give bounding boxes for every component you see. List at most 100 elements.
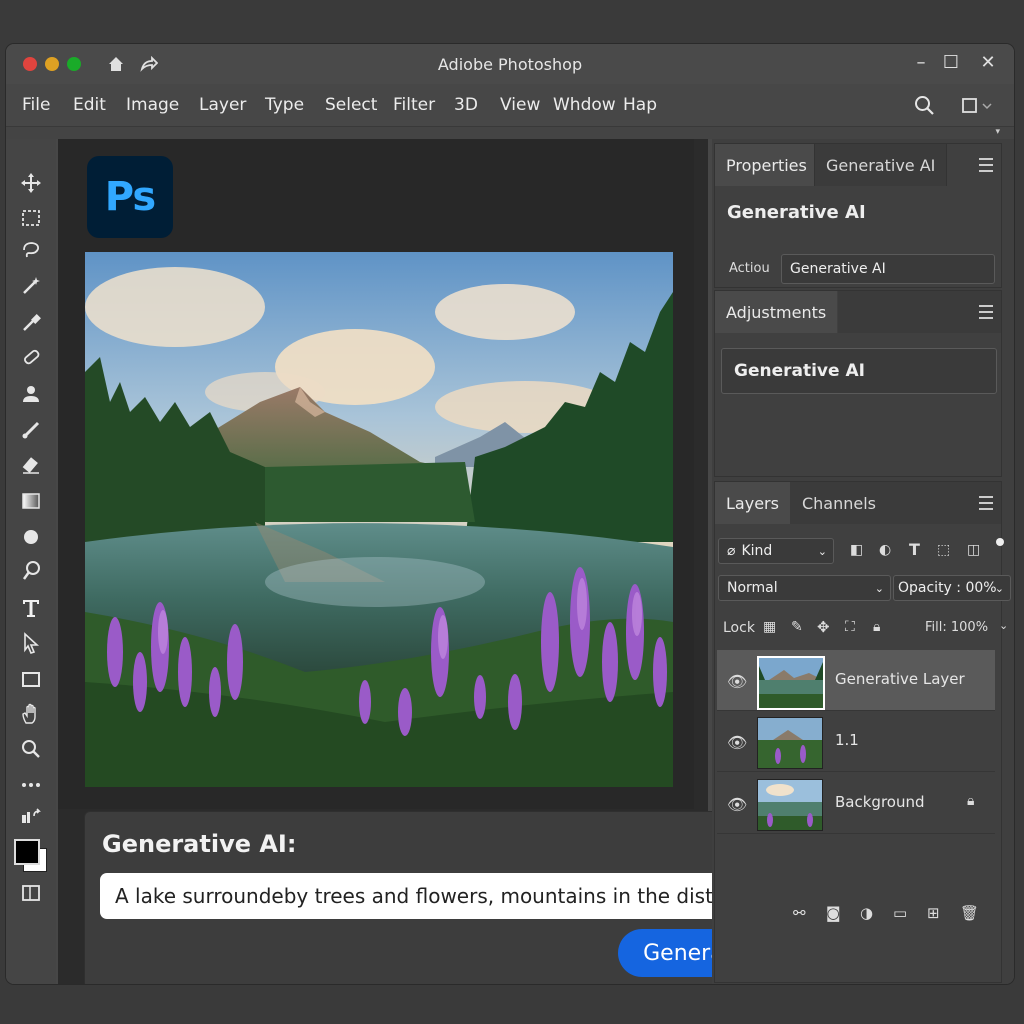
layer-thumbnail: [757, 656, 825, 710]
hand-icon[interactable]: [16, 700, 46, 728]
lock-icon: 🔒︎: [967, 793, 975, 809]
generative-ai-prompt-panel: Generative AI: Generate: [84, 811, 788, 984]
adjustment-layer-icon[interactable]: ◑: [860, 904, 873, 922]
menu-help[interactable]: Hap: [623, 95, 657, 115]
type-icon[interactable]: [16, 594, 46, 622]
adjustments-generative-ai-field[interactable]: Generative AI: [721, 348, 997, 394]
action-label: Actiou: [729, 261, 770, 276]
layer-name: 1.1: [835, 731, 859, 749]
adjustments-menu-icon[interactable]: [979, 305, 993, 319]
eye-icon[interactable]: 👁︎: [727, 733, 747, 752]
color-swatches[interactable]: [11, 836, 51, 876]
pixel-filter-icon[interactable]: ◧: [850, 542, 863, 558]
menu-filter[interactable]: Filter: [393, 95, 435, 115]
adjustment-filter-icon[interactable]: ◐: [879, 542, 891, 558]
screen-mode-icon[interactable]: [16, 879, 46, 907]
collapse-panels-icon[interactable]: ▾: [995, 127, 1000, 137]
tab-layers[interactable]: Layers: [715, 482, 790, 524]
tab-channels[interactable]: Channels: [790, 482, 888, 524]
eye-icon[interactable]: 👁︎: [727, 672, 747, 691]
menu-bar: File Edit Image Layer Type Select Filter…: [6, 84, 1014, 127]
prompt-input[interactable]: [100, 873, 766, 919]
menu-layer[interactable]: Layer: [199, 95, 246, 115]
layer-thumbnail: [757, 717, 823, 769]
move-icon[interactable]: [16, 169, 46, 197]
foreground-color-swatch[interactable]: [14, 839, 40, 865]
menu-image[interactable]: Image: [126, 95, 179, 115]
layer-thumbnail: [757, 779, 823, 831]
right-panels: Properties Generative AI Generative AI A…: [712, 139, 1014, 984]
menu-type[interactable]: Type: [265, 95, 304, 115]
opacity-field[interactable]: Opacity : 00% ⌄: [893, 575, 1011, 601]
path-select-icon[interactable]: [16, 629, 46, 657]
menu-file[interactable]: File: [22, 95, 50, 115]
tools-panel: [6, 139, 56, 984]
lock-position-icon[interactable]: ✥: [817, 618, 830, 636]
menu-3d[interactable]: 3D: [454, 95, 478, 115]
healing-icon[interactable]: [16, 343, 46, 371]
action-field[interactable]: Generative AI: [781, 254, 995, 284]
minimize-icon[interactable]: –: [909, 52, 933, 73]
kind-tag-icon: ⌀: [727, 543, 736, 559]
layers-menu-icon[interactable]: [979, 496, 993, 510]
properties-menu-icon[interactable]: [979, 158, 993, 172]
smart-object-filter-icon[interactable]: ◫: [967, 542, 980, 558]
marquee-icon[interactable]: [16, 204, 46, 232]
menu-edit[interactable]: Edit: [73, 95, 106, 115]
menu-view[interactable]: View: [500, 95, 540, 115]
adjustments-tab-fill: [838, 291, 1001, 333]
group-icon[interactable]: ▭: [893, 904, 907, 922]
tab-adjustments[interactable]: Adjustments: [715, 291, 838, 333]
search-icon[interactable]: [914, 95, 935, 116]
document-canvas-image[interactable]: [85, 252, 673, 787]
layer-row-generative[interactable]: 👁︎ Generative Layer: [717, 650, 995, 711]
type-filter-icon[interactable]: T: [909, 540, 920, 559]
lock-all-icon[interactable]: 🔒︎: [873, 619, 880, 635]
eraser-icon[interactable]: [16, 451, 46, 479]
swap-colors-icon[interactable]: [16, 803, 46, 831]
menu-select[interactable]: Select: [325, 95, 377, 115]
layers-panel: Layers Channels ⌀ Kind ⌄ ◧ ◐ T ⬚ ◫ Norma…: [714, 481, 1011, 983]
tab-properties[interactable]: Properties: [715, 144, 818, 186]
close-icon[interactable]: ✕: [976, 52, 1000, 73]
photoshop-logo-text: Ps: [104, 174, 156, 220]
link-layers-icon[interactable]: ⚯: [793, 904, 806, 922]
magic-wand-icon[interactable]: [16, 272, 46, 300]
zoom-icon[interactable]: [16, 735, 46, 763]
blend-mode-value: Normal: [727, 580, 778, 596]
blend-mode-select[interactable]: Normal ⌄: [718, 575, 891, 601]
delete-layer-icon[interactable]: 🗑︎: [960, 904, 979, 922]
menu-window[interactable]: Whdow: [553, 95, 616, 115]
app-window: Adiobe Photoshop – ☐ ✕ File Edit Image L…: [6, 44, 1014, 984]
lasso-icon[interactable]: [16, 237, 46, 265]
filter-toggle-icon[interactable]: [996, 538, 1004, 546]
lock-image-icon[interactable]: ✎: [791, 619, 803, 635]
eyedropper-icon[interactable]: [16, 309, 46, 337]
more-icon[interactable]: [16, 771, 46, 799]
dodge-icon[interactable]: [16, 557, 46, 585]
opacity-value: Opacity : 00%: [898, 580, 997, 596]
shape-icon[interactable]: [16, 665, 46, 693]
brush-icon[interactable]: [16, 416, 46, 444]
chevron-down-icon[interactable]: ⌄: [999, 619, 1008, 632]
layer-row-background[interactable]: 👁︎ Background 🔒︎: [717, 773, 995, 834]
stamp-icon[interactable]: [16, 381, 46, 409]
lock-transparent-icon[interactable]: ▦: [763, 619, 776, 635]
window-title: Adiobe Photoshop: [437, 55, 583, 74]
blur-icon[interactable]: [16, 523, 46, 551]
title-bar: Adiobe Photoshop – ☐ ✕: [6, 44, 1014, 84]
shape-filter-icon[interactable]: ⬚: [937, 542, 950, 558]
chevron-down-icon: ⌄: [994, 581, 1004, 595]
workspace-switcher-icon[interactable]: [962, 97, 994, 115]
layer-filter-kind[interactable]: ⌀ Kind ⌄: [718, 538, 834, 564]
gradient-icon[interactable]: [16, 487, 46, 515]
add-mask-icon[interactable]: ◙: [826, 904, 841, 922]
new-layer-icon[interactable]: ⊞: [927, 904, 940, 922]
adjustments-panel: Adjustments Generative AI: [714, 290, 1002, 477]
lock-artboard-icon[interactable]: ⛶: [845, 619, 855, 635]
eye-icon[interactable]: 👁︎: [727, 795, 747, 814]
tab-generative-ai[interactable]: Generative AI: [814, 144, 948, 186]
fill-label[interactable]: Fill: 100%: [925, 620, 988, 635]
layer-row-1-1[interactable]: 👁︎ 1.1: [717, 711, 995, 772]
maximize-icon[interactable]: ☐: [939, 52, 963, 73]
